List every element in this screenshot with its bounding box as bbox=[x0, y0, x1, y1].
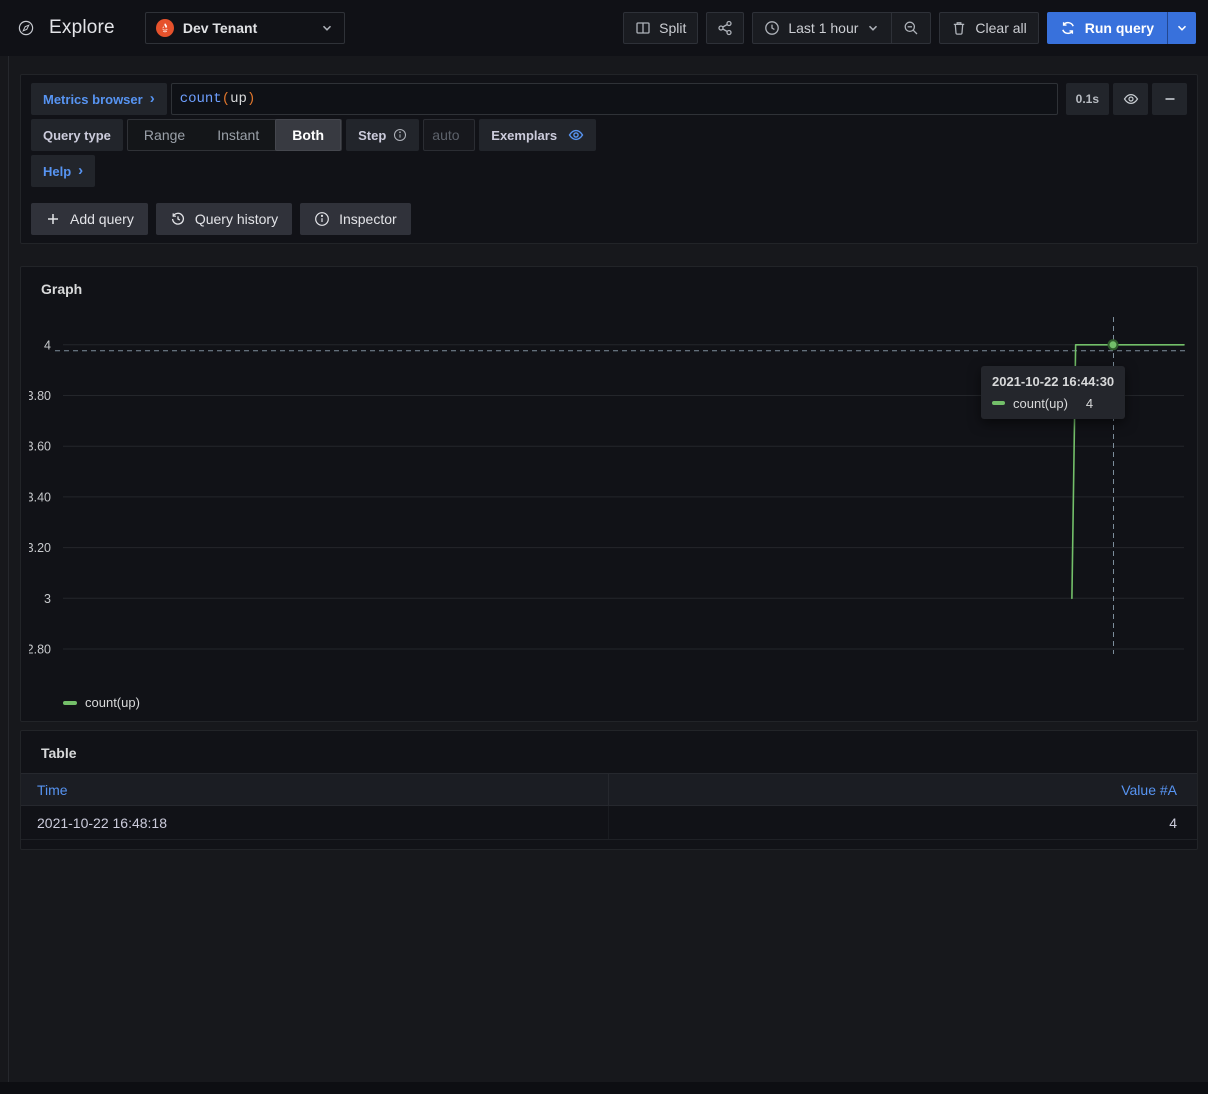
table-header-row: Time Value #A bbox=[21, 773, 1197, 806]
query-expression-input[interactable]: count(up) bbox=[171, 83, 1058, 115]
step-label-chip: Step bbox=[346, 119, 419, 151]
y-axis-label: 3.60 bbox=[29, 440, 51, 454]
clock-icon bbox=[764, 20, 780, 36]
metrics-browser-button[interactable]: Metrics browser › bbox=[31, 83, 167, 115]
top-toolbar: Explore Dev Tenant Split bbox=[0, 0, 1208, 56]
results-table: Time Value #A 2021-10-22 16:48:18 4 bbox=[21, 773, 1197, 840]
zoom-out-button[interactable] bbox=[891, 13, 930, 43]
y-axis-label: 3.20 bbox=[29, 541, 51, 555]
add-query-label: Add query bbox=[70, 211, 134, 227]
query-token-function: count bbox=[180, 91, 222, 107]
prometheus-icon bbox=[156, 19, 174, 37]
query-history-label: Query history bbox=[195, 211, 278, 227]
tooltip-series-name: count(up) bbox=[1013, 396, 1068, 411]
graph-tooltip: 2021-10-22 16:44:30 count(up) 4 bbox=[981, 366, 1125, 419]
y-axis-label: 3.40 bbox=[29, 490, 51, 504]
sync-icon bbox=[1060, 20, 1076, 36]
clear-all-button[interactable]: Clear all bbox=[939, 12, 1038, 44]
exemplars-chip: Exemplars bbox=[479, 119, 596, 151]
query-type-label: Query type bbox=[31, 119, 123, 151]
step-placeholder: auto bbox=[432, 127, 459, 143]
table-column-value[interactable]: Value #A bbox=[1121, 782, 1177, 798]
table-panel: Table Time Value #A 2021-10-22 16:48:18 … bbox=[20, 730, 1198, 850]
query-type-option-both[interactable]: Both bbox=[275, 119, 341, 151]
run-query-split-button: Run query bbox=[1047, 12, 1196, 44]
datasource-picker[interactable]: Dev Tenant bbox=[145, 12, 345, 44]
run-query-dropdown-button[interactable] bbox=[1167, 12, 1196, 44]
query-duration-badge: 0.1s bbox=[1066, 83, 1109, 115]
time-range-picker[interactable]: Last 1 hour bbox=[753, 13, 891, 43]
time-picker-group: Last 1 hour bbox=[752, 12, 931, 44]
legend-item-count-up[interactable]: count(up) bbox=[63, 695, 140, 710]
time-series-chart[interactable]: 15:5015:5516:0016:0516:1016:1516:2016:25… bbox=[29, 305, 1189, 680]
remove-query-button[interactable] bbox=[1152, 83, 1187, 115]
query-token-arg: up bbox=[230, 91, 247, 107]
legend-label: count(up) bbox=[85, 695, 140, 710]
help-button[interactable]: Help › bbox=[31, 155, 95, 187]
legend-swatch bbox=[63, 701, 77, 705]
table-panel-title: Table bbox=[21, 731, 1197, 761]
table-column-time[interactable]: Time bbox=[37, 782, 68, 798]
chevron-down-icon bbox=[866, 21, 880, 35]
page-title: Explore bbox=[49, 17, 115, 39]
query-token-paren: ( bbox=[222, 91, 230, 107]
bottom-edge bbox=[0, 1082, 1208, 1094]
chart-canvas[interactable]: 15:5015:5516:0016:0516:1016:1516:2016:25… bbox=[29, 305, 1189, 677]
inspector-label: Inspector bbox=[339, 211, 397, 227]
run-query-label: Run query bbox=[1085, 20, 1154, 36]
tooltip-series-swatch bbox=[992, 401, 1005, 405]
info-circle-icon bbox=[393, 128, 407, 142]
datasource-name: Dev Tenant bbox=[183, 20, 320, 36]
help-label: Help bbox=[43, 164, 71, 179]
y-axis-label: 3.80 bbox=[29, 389, 51, 403]
step-label: Step bbox=[358, 128, 386, 143]
split-pane-icon bbox=[635, 20, 651, 36]
query-type-toggle: Range Instant Both bbox=[127, 119, 342, 151]
plus-icon bbox=[45, 211, 61, 227]
query-token-paren: ) bbox=[247, 91, 255, 107]
step-input[interactable]: auto bbox=[423, 119, 475, 151]
table-row: 2021-10-22 16:48:18 4 bbox=[21, 806, 1197, 840]
exemplars-eye-toggle[interactable] bbox=[568, 127, 584, 143]
query-type-option-instant[interactable]: Instant bbox=[201, 119, 275, 151]
share-button[interactable] bbox=[706, 12, 744, 44]
toggle-query-visibility-button[interactable] bbox=[1113, 83, 1148, 115]
query-history-button[interactable]: Query history bbox=[156, 203, 292, 235]
split-button[interactable]: Split bbox=[623, 12, 698, 44]
split-label: Split bbox=[659, 20, 686, 36]
info-circle-icon bbox=[314, 211, 330, 227]
y-axis-label: 4 bbox=[44, 338, 51, 352]
time-range-label: Last 1 hour bbox=[788, 20, 858, 36]
chevron-down-icon bbox=[1175, 21, 1189, 35]
table-cell-value: 4 bbox=[1169, 815, 1177, 831]
minus-icon bbox=[1162, 91, 1178, 107]
y-axis-label: 3 bbox=[44, 592, 51, 606]
tooltip-timestamp: 2021-10-22 16:44:30 bbox=[992, 374, 1114, 389]
graph-panel-title: Graph bbox=[21, 267, 1197, 297]
metrics-browser-label: Metrics browser bbox=[43, 92, 143, 107]
query-type-option-range[interactable]: Range bbox=[128, 119, 201, 151]
table-cell-time: 2021-10-22 16:48:18 bbox=[37, 815, 167, 831]
eye-icon bbox=[1123, 91, 1139, 107]
angle-right-icon: › bbox=[150, 91, 155, 106]
add-query-button[interactable]: Add query bbox=[31, 203, 148, 235]
history-icon bbox=[170, 211, 186, 227]
zoom-out-icon bbox=[903, 20, 919, 36]
explore-compass-icon bbox=[18, 17, 40, 39]
hover-point-marker bbox=[1109, 340, 1118, 349]
y-axis-label: 2.80 bbox=[29, 642, 51, 656]
sidebar-edge-divider bbox=[8, 0, 9, 1094]
angle-right-icon: › bbox=[78, 163, 83, 178]
run-query-button[interactable]: Run query bbox=[1047, 12, 1167, 44]
inspector-button[interactable]: Inspector bbox=[300, 203, 411, 235]
share-icon bbox=[717, 20, 733, 36]
query-editor-panel: Metrics browser › count(up) 0.1s Query t… bbox=[20, 74, 1198, 244]
graph-panel: Graph 15:5015:5516:0016:0516:1016:1516:2… bbox=[20, 266, 1198, 722]
clear-all-label: Clear all bbox=[975, 20, 1026, 36]
exemplars-label: Exemplars bbox=[491, 128, 557, 143]
chevron-down-icon bbox=[320, 21, 334, 35]
tooltip-series-value: 4 bbox=[1086, 396, 1093, 411]
trash-icon bbox=[951, 20, 967, 36]
